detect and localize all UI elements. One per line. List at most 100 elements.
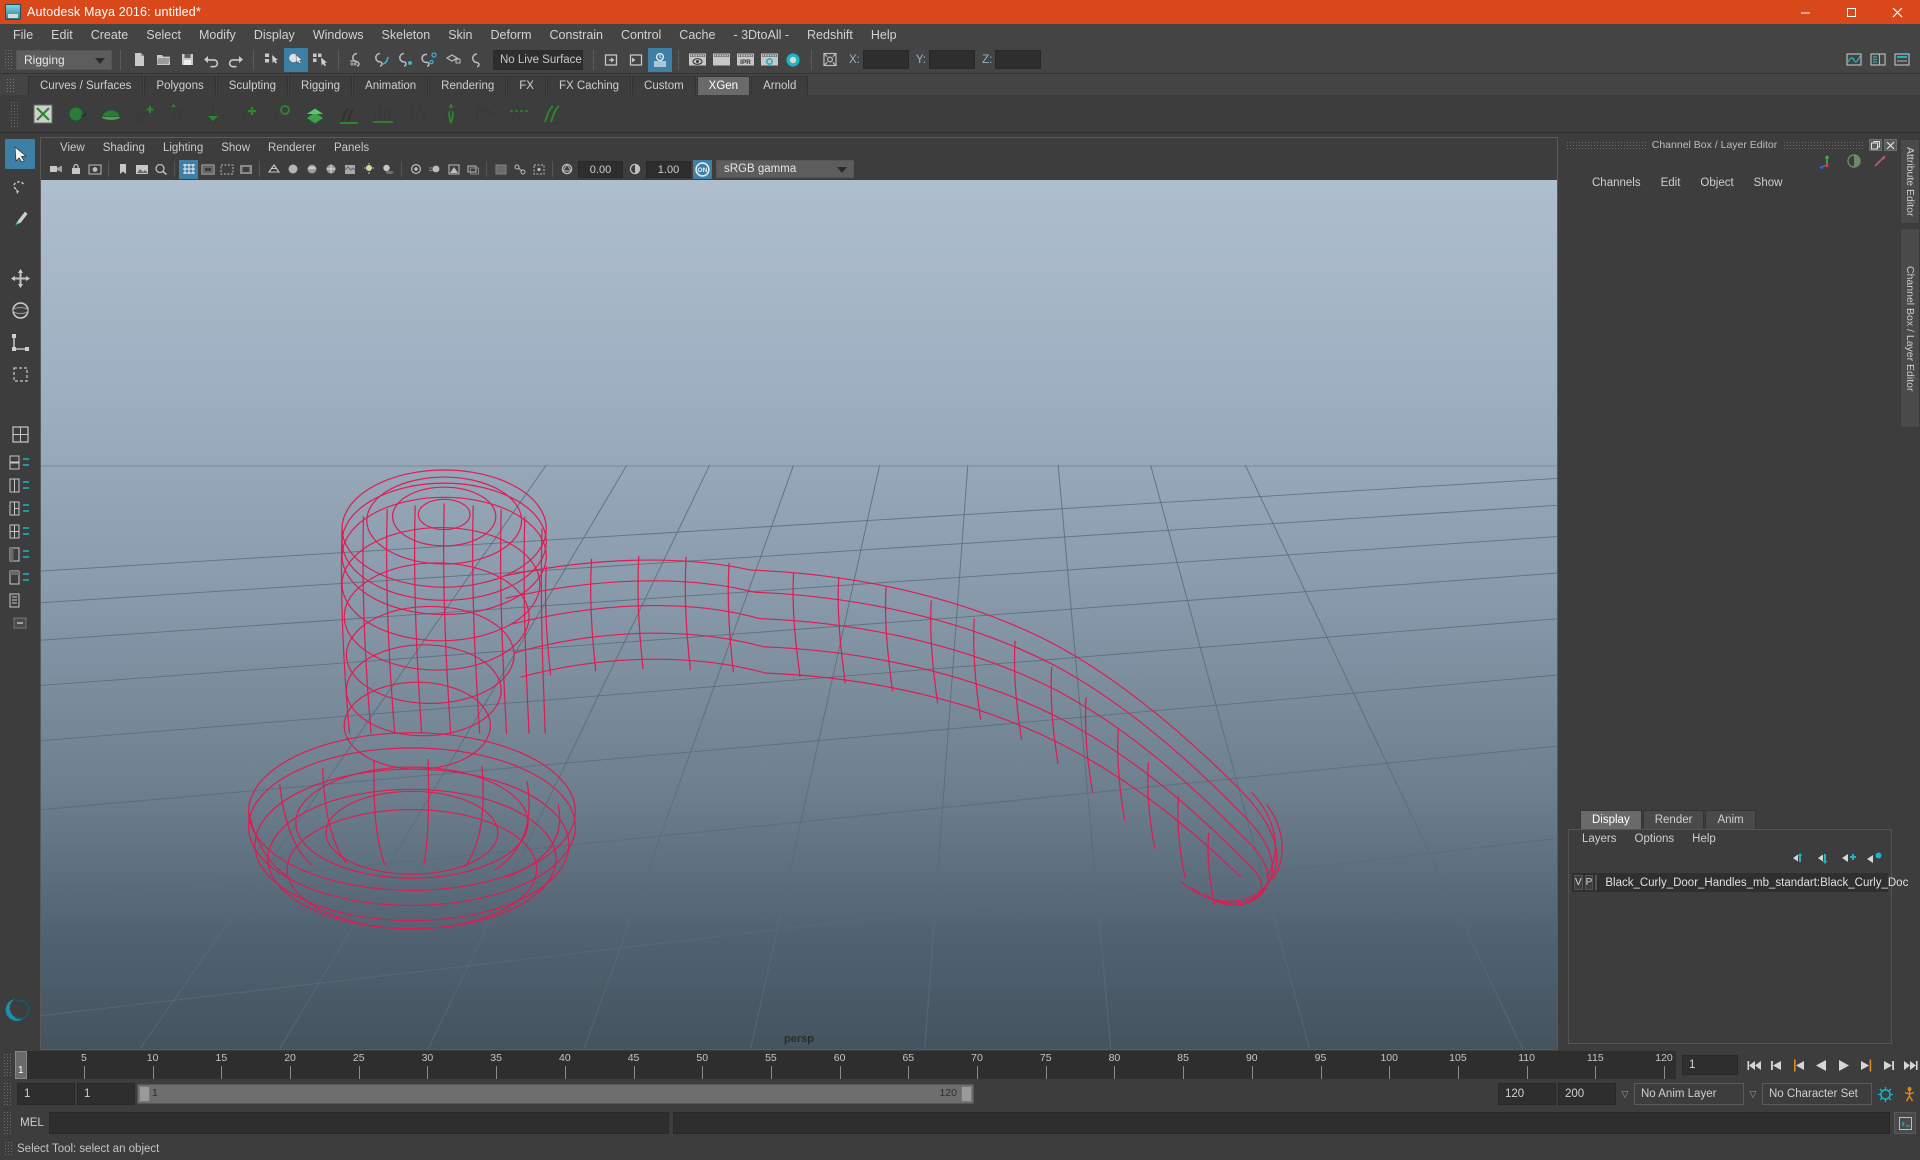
menu-file[interactable]: File bbox=[4, 24, 42, 46]
two-d-pan-zoom-icon[interactable] bbox=[151, 160, 170, 179]
channel-menu-channels[interactable]: Channels bbox=[1582, 173, 1651, 193]
menu-edit[interactable]: Edit bbox=[42, 24, 82, 46]
menu-3dtoall[interactable]: - 3DtoAll - bbox=[724, 24, 798, 46]
shelf-tab-xgen[interactable]: XGen bbox=[697, 76, 750, 95]
menu-help[interactable]: Help bbox=[862, 24, 906, 46]
current-frame-field[interactable]: 1 bbox=[1682, 1055, 1738, 1075]
rotate-tool[interactable] bbox=[5, 295, 35, 325]
exposure-value-field[interactable]: 0.00 bbox=[578, 161, 623, 178]
motion-blur-icon[interactable] bbox=[425, 160, 444, 179]
select-by-hierarchy-icon[interactable] bbox=[260, 48, 284, 72]
transform-tool-icon[interactable] bbox=[818, 48, 842, 72]
lights-toggle-icon[interactable] bbox=[359, 160, 378, 179]
film-gate-icon[interactable] bbox=[198, 160, 217, 179]
show-outliner-icon[interactable] bbox=[600, 48, 624, 72]
two-pane-stacked-layout[interactable] bbox=[7, 451, 33, 473]
character-set-selector[interactable]: No Character Set bbox=[1762, 1083, 1872, 1105]
viewport-3d[interactable]: persp bbox=[41, 180, 1557, 1049]
xgen-mask-icon[interactable] bbox=[366, 97, 399, 130]
menu-skeleton[interactable]: Skeleton bbox=[373, 24, 440, 46]
menu-constrain[interactable]: Constrain bbox=[541, 24, 613, 46]
character-set-dropdown-arrow[interactable]: ▽ bbox=[1746, 1089, 1760, 1100]
xgen-dome-icon[interactable] bbox=[94, 97, 127, 130]
scale-tool[interactable] bbox=[5, 327, 35, 357]
four-pane-layout[interactable] bbox=[7, 520, 33, 542]
hypershade-icon[interactable] bbox=[781, 48, 805, 72]
range-handle-left[interactable] bbox=[139, 1086, 150, 1102]
wireframe-on-shaded-icon[interactable] bbox=[321, 160, 340, 179]
xray-active-components-icon[interactable] bbox=[529, 160, 548, 179]
gamma-value-field[interactable]: 1.00 bbox=[646, 161, 691, 178]
channel-box-content[interactable] bbox=[1560, 193, 1900, 809]
xgen-clump-icon[interactable] bbox=[434, 97, 467, 130]
statusline-grip[interactable] bbox=[4, 49, 13, 71]
live-surface-field[interactable]: No Live Surface bbox=[493, 50, 583, 70]
show-manipulators-icon[interactable] bbox=[1818, 153, 1836, 174]
shelf-tab-curves-surfaces[interactable]: Curves / Surfaces bbox=[28, 76, 143, 95]
menu-display[interactable]: Display bbox=[245, 24, 304, 46]
paint-select-tool[interactable] bbox=[5, 203, 35, 233]
time-cursor[interactable]: 1 bbox=[15, 1051, 27, 1079]
view-transform-selector[interactable]: sRGB gamma bbox=[716, 160, 854, 178]
viewport-menu-renderer[interactable]: Renderer bbox=[259, 138, 325, 158]
menu-cache[interactable]: Cache bbox=[670, 24, 724, 46]
redo-icon[interactable] bbox=[223, 48, 247, 72]
layer-row[interactable]: V P Black_Curly_Door_Handles_mb_standart… bbox=[1572, 873, 1888, 892]
xgen-sphere-icon[interactable] bbox=[60, 97, 93, 130]
xgen-sculpt-guide-icon[interactable] bbox=[264, 97, 297, 130]
shelf-tab-polygons[interactable]: Polygons bbox=[144, 76, 215, 95]
multisample-icon[interactable] bbox=[444, 160, 463, 179]
snap-to-view-plane-icon[interactable] bbox=[441, 48, 465, 72]
xgen-add-guide-icon[interactable] bbox=[128, 97, 161, 130]
step-forward-frame-icon[interactable] bbox=[1854, 1054, 1876, 1076]
layer-playback-toggle[interactable]: P bbox=[1585, 875, 1594, 890]
time-slider-grip[interactable] bbox=[3, 1053, 12, 1077]
shade-all-icon[interactable] bbox=[302, 160, 321, 179]
image-plane-icon[interactable] bbox=[132, 160, 151, 179]
menu-deform[interactable]: Deform bbox=[482, 24, 541, 46]
single-pane-layout[interactable] bbox=[5, 419, 35, 449]
step-back-keyframe-icon[interactable] bbox=[1766, 1054, 1788, 1076]
grid-toggle-icon[interactable] bbox=[179, 160, 198, 179]
step-forward-keyframe-icon[interactable] bbox=[1876, 1054, 1898, 1076]
bookmark-icon[interactable] bbox=[113, 160, 132, 179]
menu-windows[interactable]: Windows bbox=[304, 24, 373, 46]
render-current-frame-icon[interactable] bbox=[709, 48, 733, 72]
layer-tab-display[interactable]: Display bbox=[1580, 810, 1642, 829]
xgen-cut-icon[interactable] bbox=[502, 97, 535, 130]
range-handle-right[interactable] bbox=[961, 1086, 972, 1102]
save-scene-icon[interactable] bbox=[175, 48, 199, 72]
xgen-add-point-icon[interactable] bbox=[230, 97, 263, 130]
resolution-gate-icon[interactable] bbox=[217, 160, 236, 179]
layer-menu-help[interactable]: Help bbox=[1683, 830, 1725, 849]
last-tool[interactable] bbox=[5, 359, 35, 389]
camera-attributes-icon[interactable] bbox=[85, 160, 104, 179]
speed-icon[interactable] bbox=[1872, 153, 1888, 174]
play-forwards-icon[interactable] bbox=[1832, 1054, 1854, 1076]
show-attribute-editor-icon[interactable] bbox=[648, 48, 672, 72]
undock-icon[interactable] bbox=[1869, 139, 1882, 151]
select-by-component-icon[interactable] bbox=[308, 48, 332, 72]
viewport-menu-shading[interactable]: Shading bbox=[94, 138, 154, 158]
time-slider-track[interactable]: 1 51015202530354045505560657075808590951… bbox=[15, 1051, 1676, 1079]
wireframe-icon[interactable] bbox=[264, 160, 283, 179]
depth-peeling-icon[interactable] bbox=[463, 160, 482, 179]
screen-space-ao-icon[interactable] bbox=[406, 160, 425, 179]
go-to-end-icon[interactable] bbox=[1898, 1054, 1920, 1076]
gate-mask-icon[interactable] bbox=[236, 160, 255, 179]
channel-menu-edit[interactable]: Edit bbox=[1651, 173, 1691, 193]
side-tab-attribute-editor[interactable]: Attribute Editor bbox=[1900, 139, 1920, 224]
anim-start-field[interactable]: 1 bbox=[17, 1083, 75, 1105]
more-layouts-button[interactable] bbox=[7, 612, 33, 634]
menu-set-selector[interactable]: Rigging bbox=[16, 50, 112, 70]
maximize-icon[interactable] bbox=[1828, 0, 1874, 24]
hypergraph-layout[interactable] bbox=[7, 566, 33, 588]
snap-to-point-icon[interactable] bbox=[393, 48, 417, 72]
close-icon[interactable] bbox=[1874, 0, 1920, 24]
shelf-tab-animation[interactable]: Animation bbox=[353, 76, 428, 95]
move-layer-up-icon[interactable] bbox=[1791, 851, 1808, 870]
command-language-label[interactable]: MEL bbox=[15, 1117, 49, 1129]
coord-z-input[interactable] bbox=[995, 50, 1041, 69]
shelf-tab-sculpting[interactable]: Sculpting bbox=[217, 76, 288, 95]
command-line-grip[interactable] bbox=[3, 1111, 12, 1135]
